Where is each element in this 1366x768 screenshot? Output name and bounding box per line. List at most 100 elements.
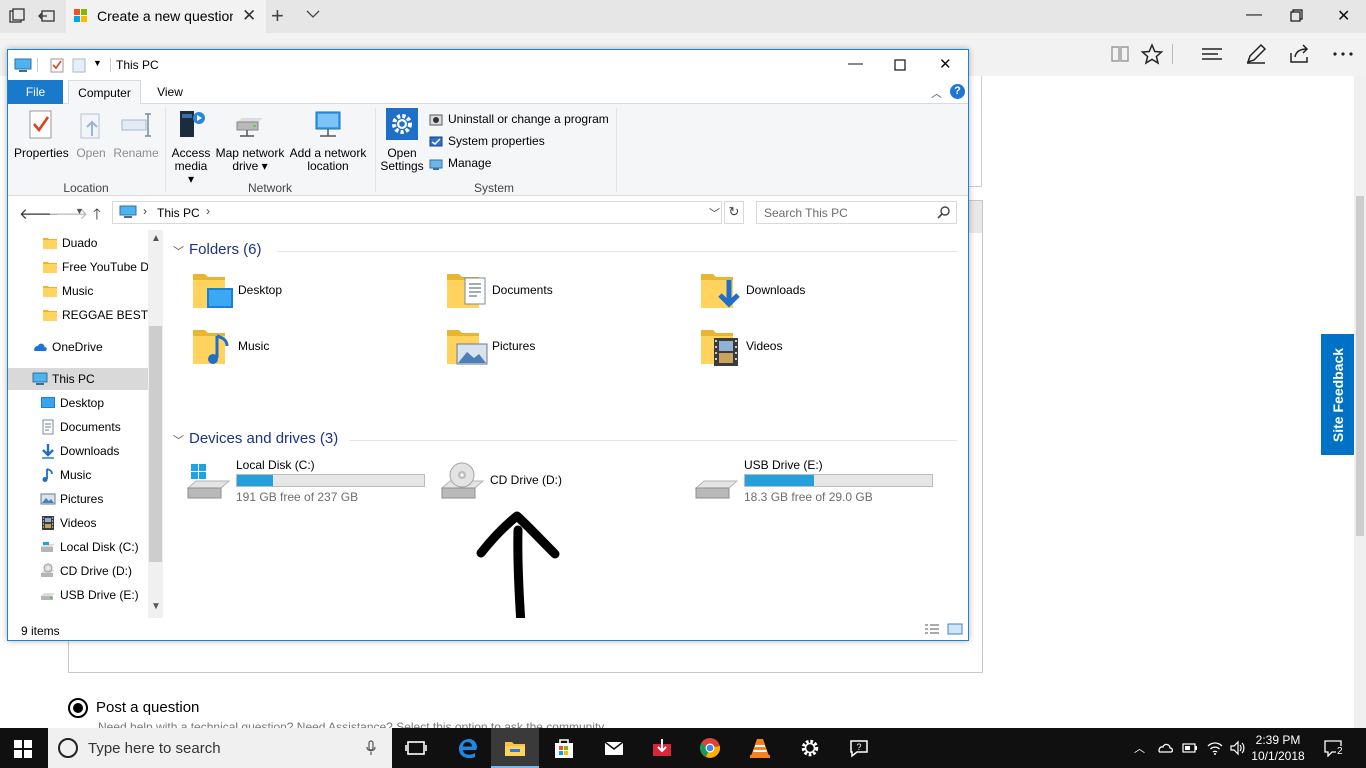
sidebar-item-music[interactable]: Music: [8, 280, 148, 302]
browser-close-button[interactable]: ✕: [1337, 6, 1350, 26]
navigation-pane-scrollbar[interactable]: ▲ ▼: [148, 230, 163, 618]
taskbar-settings[interactable]: [786, 728, 834, 768]
taskbar-store[interactable]: [540, 728, 588, 768]
tab-view[interactable]: View: [148, 80, 192, 105]
sidebar-item-pictures[interactable]: Pictures: [8, 488, 148, 510]
help-icon[interactable]: ?: [950, 84, 965, 99]
taskbar-vlc[interactable]: [736, 728, 784, 768]
reading-view-icon[interactable]: [1108, 43, 1132, 65]
chevron-down-icon[interactable]: [306, 7, 320, 21]
sidebar-item-duado[interactable]: Duado: [8, 232, 148, 254]
sidebar-item-this-pc[interactable]: This PC: [8, 368, 148, 390]
collapse-ribbon-icon[interactable]: ︿: [931, 85, 942, 101]
sidebar-item-desktop[interactable]: Desktop: [8, 392, 148, 414]
show-hidden-icons-icon[interactable]: ︿: [1134, 740, 1145, 756]
customize-quick-access-icon[interactable]: ▼: [93, 58, 102, 68]
collapse-group-icon[interactable]: ﹀: [173, 432, 184, 448]
system-properties-button[interactable]: System properties: [429, 133, 545, 151]
taskbar-file-explorer[interactable]: [491, 728, 539, 768]
folder-pictures[interactable]: Pictures: [445, 324, 675, 372]
breadcrumb-separator-icon[interactable]: ›: [206, 204, 210, 218]
sidebar-item-usb-drive-e[interactable]: USB Drive (E:): [8, 584, 148, 606]
web-note-pen-icon[interactable]: [1244, 43, 1268, 65]
drive-cd-drive[interactable]: CD Drive (D:): [439, 458, 694, 506]
manage-button[interactable]: Manage: [429, 155, 491, 173]
share-icon[interactable]: [1288, 43, 1312, 65]
taskbar-mail[interactable]: [590, 728, 638, 768]
site-feedback-button[interactable]: Site Feedback: [1321, 334, 1354, 455]
sidebar-item-onedrive[interactable]: OneDrive: [8, 336, 148, 358]
microphone-icon[interactable]: [366, 740, 376, 756]
hub-icon[interactable]: [1200, 43, 1224, 65]
rename-button[interactable]: Rename: [112, 108, 160, 160]
address-dropdown-icon[interactable]: ﹀: [709, 205, 720, 221]
folder-desktop[interactable]: Desktop: [191, 268, 421, 316]
windows-start-icon[interactable]: [14, 740, 32, 758]
drive-local-disk[interactable]: Local Disk (C:) 191 GB free of 237 GB: [185, 458, 440, 506]
browser-minimize-button[interactable]: —: [1246, 6, 1262, 24]
minimize-button[interactable]: —: [848, 55, 863, 72]
folder-downloads[interactable]: Downloads: [699, 268, 929, 316]
battery-icon[interactable]: [1182, 740, 1198, 756]
search-input[interactable]: [757, 202, 932, 223]
sidebar-item-free-youtube-do[interactable]: Free YouTube Do: [8, 256, 148, 278]
taskbar-chrome[interactable]: [686, 728, 734, 768]
taskbar-downloader[interactable]: [638, 728, 686, 768]
clock[interactable]: 2:39 PM 10/1/2018: [1248, 732, 1308, 764]
page-scrollbar-thumb[interactable]: [1356, 196, 1364, 536]
search-icon[interactable]: [937, 205, 951, 219]
up-arrow-icon[interactable]: 🡑: [93, 204, 101, 229]
task-view-button[interactable]: [392, 728, 440, 768]
drive-usb-drive[interactable]: USB Drive (E:) 18.3 GB free of 29.0 GB: [693, 458, 948, 506]
new-folder-quick-icon[interactable]: [71, 57, 87, 73]
more-options-icon[interactable]: [1331, 43, 1355, 65]
sidebar-item-reggae-best[interactable]: REGGAE BEST: [8, 304, 148, 326]
navigation-pane-scrollbar-thumb[interactable]: [149, 326, 162, 562]
post-question-radio[interactable]: [68, 698, 88, 718]
close-tab-icon[interactable]: ✕: [242, 6, 256, 26]
onedrive-tray-icon[interactable]: [1156, 740, 1174, 756]
folder-documents[interactable]: Documents: [445, 268, 675, 316]
map-network-drive-button[interactable]: Map network drive ▾: [214, 108, 286, 173]
sidebar-item-downloads[interactable]: Downloads: [8, 440, 148, 462]
tabs-aside-icon[interactable]: [38, 7, 56, 25]
folder-music[interactable]: Music: [191, 324, 421, 372]
add-network-location-button[interactable]: Add a network location: [288, 108, 368, 173]
uninstall-program-button[interactable]: Uninstall or change a program: [429, 111, 609, 129]
sidebar-item-videos[interactable]: Videos: [8, 512, 148, 534]
action-center-button[interactable]: 2: [1324, 739, 1344, 758]
search-box[interactable]: [756, 201, 957, 224]
open-settings-button[interactable]: Open Settings: [380, 108, 424, 173]
tab-file[interactable]: File: [8, 80, 63, 104]
large-icons-view-icon[interactable]: [947, 623, 963, 635]
volume-icon[interactable]: [1229, 740, 1245, 756]
taskbar-get-help[interactable]: ?: [835, 728, 883, 768]
breadcrumb-this-pc[interactable]: This PC: [157, 206, 200, 220]
taskbar-search-box[interactable]: Type here to search: [48, 728, 392, 768]
scroll-down-icon[interactable]: ▼: [151, 601, 161, 612]
favorite-star-icon[interactable]: [1140, 43, 1164, 65]
breadcrumb-separator-icon[interactable]: ›: [143, 204, 147, 218]
page-scrollbar[interactable]: [1354, 76, 1366, 728]
refresh-icon[interactable]: ↻: [724, 201, 744, 224]
post-question-label[interactable]: Post a question: [96, 699, 199, 716]
details-view-icon[interactable]: [924, 623, 940, 635]
address-bar[interactable]: › This PC › ﹀: [112, 201, 722, 224]
maximize-button[interactable]: [894, 59, 906, 71]
properties-quick-icon[interactable]: [49, 57, 65, 73]
taskbar-edge[interactable]: [444, 728, 492, 768]
scroll-up-icon[interactable]: ▲: [151, 233, 161, 244]
tab-computer[interactable]: Computer: [68, 80, 141, 105]
sidebar-item-local-disk-c[interactable]: Local Disk (C:): [8, 536, 148, 558]
new-tab-icon[interactable]: +: [271, 3, 284, 29]
access-media-button[interactable]: Access media ▾: [170, 108, 212, 186]
recent-locations-icon[interactable]: ▼: [75, 206, 84, 216]
sidebar-item-cd-drive-d[interactable]: CD Drive (D:): [8, 560, 148, 582]
folder-videos[interactable]: Videos: [699, 324, 929, 372]
browser-tab-active[interactable]: Create a new question c ✕: [66, 0, 266, 33]
set-aside-tabs-icon[interactable]: [8, 7, 26, 25]
open-button[interactable]: Open: [72, 108, 110, 160]
browser-restore-button[interactable]: [1290, 9, 1303, 22]
close-button[interactable]: ✕: [939, 55, 952, 73]
sidebar-item-documents[interactable]: Documents: [8, 416, 148, 438]
